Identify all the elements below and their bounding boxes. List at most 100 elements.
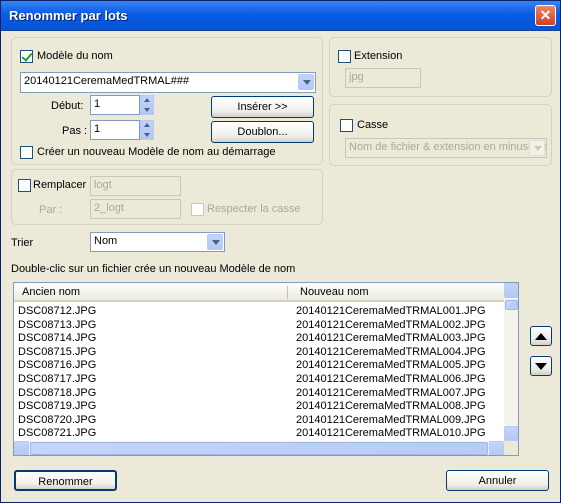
new-name-cell: 20140121CeremaMedTRMAL004.JPG [296,345,486,358]
double-click-hint: Double-clic sur un fichier crée un nouve… [11,263,296,275]
batch-rename-dialog: Renommer par lots ✕ Modèle du nom 201401… [0,0,561,503]
move-down-button[interactable] [530,356,552,376]
sort-value: Nom [94,235,118,247]
list-header: Ancien nom Nouveau nom [14,283,504,302]
old-name-cell: DSC08717.JPG [18,373,97,385]
spin-down-icon[interactable] [141,105,153,114]
old-name-cell: DSC08715.JPG [18,345,97,358]
start-spinner[interactable] [140,95,154,115]
move-up-button[interactable] [530,326,552,346]
spin-up-icon[interactable] [141,121,153,130]
insert-button[interactable]: Insérer >> [211,96,314,118]
triangle-down-icon [535,363,547,370]
replace-checkbox[interactable] [18,179,31,192]
table-row[interactable]: DSC08717.JPG 20140121CeremaMedTRMAL006.JP… [14,372,504,386]
scroll-right-icon[interactable] [489,441,504,455]
sort-label: Trier [11,237,34,249]
find-input[interactable]: logt [90,176,181,196]
chevron-down-icon[interactable] [298,74,314,90]
column-old-name[interactable]: Ancien nom [22,286,80,298]
old-name-cell: DSC08712.JPG [18,305,97,317]
new-name-cell: 20140121CeremaMedTRMAL006.JPG [296,373,486,385]
name-pattern-combobox[interactable]: 20140121CeremaMedTRMAL### [20,72,316,93]
step-label: Pas : [62,125,88,137]
table-row[interactable]: DSC08719.JPG 20140121CeremaMedTRMAL008.JP… [14,399,504,413]
new-name-cell: 20140121CeremaMedTRMAL009.JPG [296,413,486,426]
old-name-cell: DSC08718.JPG [18,386,97,399]
step-spinner[interactable] [140,120,154,140]
horizontal-scrollbar[interactable] [14,441,504,455]
case-combobox[interactable]: Nom de fichier & extension en minuscule [345,138,547,158]
column-divider[interactable] [287,286,288,299]
chevron-down-icon[interactable] [207,234,223,250]
old-name-cell: DSC08721.JPG [18,427,97,440]
table-row[interactable]: DSC08720.JPG 20140121CeremaMedTRMAL009.JP… [14,413,504,427]
extension-label: Extension [354,50,403,62]
name-model-label: Modèle du nom [37,50,113,62]
start-input[interactable]: 1 [90,95,140,115]
new-name-cell: 20140121CeremaMedTRMAL007.JPG [296,386,486,399]
new-name-cell: 20140121CeremaMedTRMAL003.JPG [296,332,486,345]
table-row[interactable]: DSC08712.JPG 20140121CeremaMedTRMAL001.JP… [14,304,504,318]
new-name-cell: 20140121CeremaMedTRMAL002.JPG [296,318,486,331]
extension-group [329,37,552,97]
case-option-value: Nom de fichier & extension en minuscule [349,141,547,153]
table-row[interactable]: DSC08715.JPG 20140121CeremaMedTRMAL004.JP… [14,345,504,359]
close-button[interactable]: ✕ [535,5,556,26]
start-value: 1 [94,98,101,110]
spin-up-icon[interactable] [141,96,153,105]
table-row[interactable]: DSC08714.JPG 20140121CeremaMedTRMAL003.JP… [14,331,504,345]
file-list[interactable]: Ancien nom Nouveau nom DSC08712.JPG 20140… [13,282,519,456]
case-sensitive-label: Respecter la casse [207,203,301,215]
table-row[interactable]: DSC08716.JPG 20140121CeremaMedTRMAL005.JP… [14,358,504,372]
scrollbar-corner [504,441,518,455]
old-name-cell: DSC08716.JPG [18,359,97,372]
old-name-cell: DSC08714.JPG [18,332,97,345]
find-value: logt [94,179,112,191]
cancel-button[interactable]: Annuler [446,470,549,491]
rename-button[interactable]: Renommer [14,470,117,491]
table-row[interactable]: DSC08713.JPG 20140121CeremaMedTRMAL002.JP… [14,318,504,332]
duplicate-button[interactable]: Doublon... [211,121,314,143]
old-name-cell: DSC08713.JPG [18,318,97,331]
spin-down-icon[interactable] [141,130,153,139]
column-new-name[interactable]: Nouveau nom [300,286,369,298]
window-title: Renommer par lots [9,8,128,23]
new-name-cell: 20140121CeremaMedTRMAL005.JPG [296,359,486,372]
chevron-down-icon[interactable] [529,140,545,156]
replace-value: 2_logt [94,202,124,214]
scroll-down-icon[interactable] [504,426,518,441]
horizontal-scroll-thumb[interactable] [30,442,488,455]
extension-checkbox[interactable] [338,50,351,63]
table-row[interactable]: DSC08718.JPG 20140121CeremaMedTRMAL007.JP… [14,386,504,400]
old-name-cell: DSC08719.JPG [18,400,97,413]
sort-combobox[interactable]: Nom [90,232,225,252]
name-model-checkbox[interactable] [20,50,33,63]
replace-input[interactable]: 2_logt [90,199,181,219]
scroll-up-icon[interactable] [504,283,518,298]
title-bar[interactable]: Renommer par lots ✕ [1,1,560,31]
close-icon: ✕ [539,7,552,23]
new-name-cell: 20140121CeremaMedTRMAL008.JPG [296,400,486,413]
start-label: Début: [51,100,84,112]
vertical-scrollbar[interactable] [504,283,518,441]
extension-input[interactable]: jpg [345,68,421,88]
new-name-cell: 20140121CeremaMedTRMAL010.JPG [296,427,486,440]
step-value: 1 [94,123,101,135]
name-pattern-value: 20140121CeremaMedTRMAL### [24,75,190,87]
triangle-up-icon [535,333,547,340]
extension-value: jpg [349,71,364,83]
new-model-label: Créer un nouveau Modèle de nom au démarr… [37,146,276,158]
case-label: Casse [357,119,389,131]
scroll-left-icon[interactable] [14,441,29,455]
vertical-scroll-thumb[interactable] [505,300,518,310]
case-sensitive-checkbox[interactable] [191,203,204,216]
table-row[interactable]: DSC08721.JPG 20140121CeremaMedTRMAL010.JP… [14,426,504,440]
new-model-checkbox[interactable] [20,146,33,159]
new-name-cell: 20140121CeremaMedTRMAL001.JPG [296,305,486,317]
step-input[interactable]: 1 [90,120,140,140]
replace-label: Remplacer [33,179,87,191]
old-name-cell: DSC08720.JPG [18,413,97,426]
replace-by-label: Par : [39,204,63,216]
case-checkbox[interactable] [340,119,353,132]
